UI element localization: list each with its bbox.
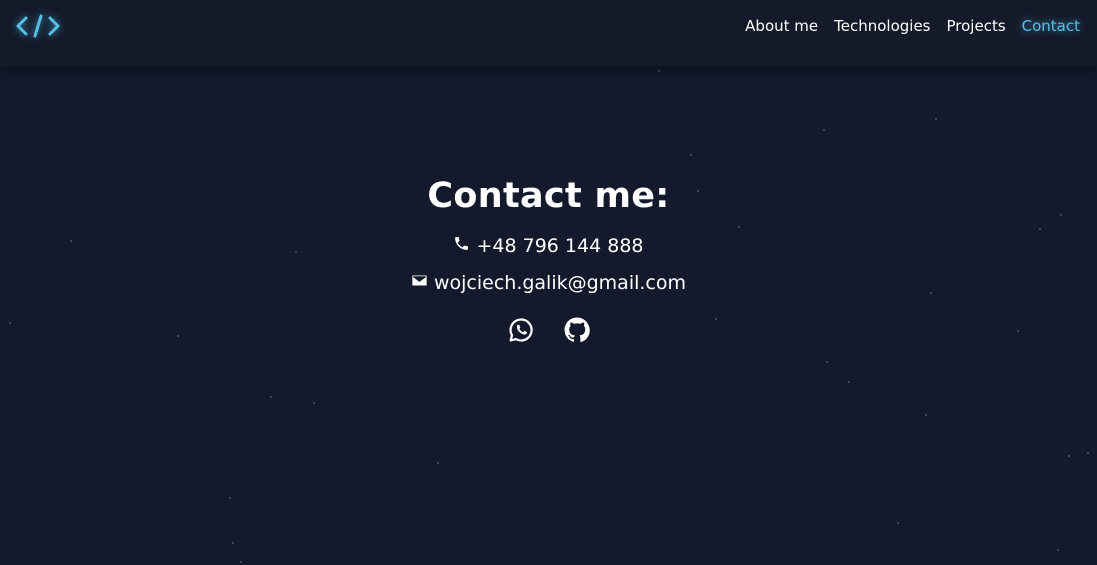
nav-menu: About me Technologies Projects Contact xyxy=(745,17,1080,35)
star xyxy=(690,154,692,156)
star xyxy=(1068,455,1070,457)
star xyxy=(232,542,234,544)
star xyxy=(229,497,231,499)
star xyxy=(1057,549,1059,551)
star xyxy=(1087,452,1089,454)
star xyxy=(270,396,272,398)
email-address: wojciech.galik@gmail.com xyxy=(433,272,687,294)
top-navbar: About me Technologies Projects Contact xyxy=(0,0,1097,66)
github-icon[interactable] xyxy=(564,317,590,343)
star xyxy=(240,561,242,563)
contact-section: Contact me: +48 796 144 888 wojciech.gal… xyxy=(0,172,1097,343)
nav-link-projects[interactable]: Projects xyxy=(947,17,1006,35)
star xyxy=(658,70,660,72)
code-brackets-icon[interactable] xyxy=(15,12,61,40)
social-links xyxy=(0,317,1097,343)
star xyxy=(935,118,937,120)
phone-link[interactable]: +48 796 144 888 xyxy=(0,234,1097,258)
star xyxy=(437,462,439,464)
star xyxy=(848,381,850,383)
star xyxy=(826,361,828,363)
envelope-icon xyxy=(411,271,428,295)
star xyxy=(823,129,825,131)
star xyxy=(313,402,315,404)
phone-number: +48 796 144 888 xyxy=(476,235,644,257)
phone-icon xyxy=(453,234,470,258)
nav-link-technologies[interactable]: Technologies xyxy=(834,17,930,35)
contact-page: About me Technologies Projects Contact C… xyxy=(0,0,1097,565)
star xyxy=(897,522,899,524)
nav-link-contact[interactable]: Contact xyxy=(1022,17,1080,35)
star xyxy=(925,414,927,416)
whatsapp-icon[interactable] xyxy=(508,317,534,343)
contact-title: Contact me: xyxy=(427,176,670,216)
email-link[interactable]: wojciech.galik@gmail.com xyxy=(0,271,1097,295)
nav-link-about-me[interactable]: About me xyxy=(745,17,818,35)
